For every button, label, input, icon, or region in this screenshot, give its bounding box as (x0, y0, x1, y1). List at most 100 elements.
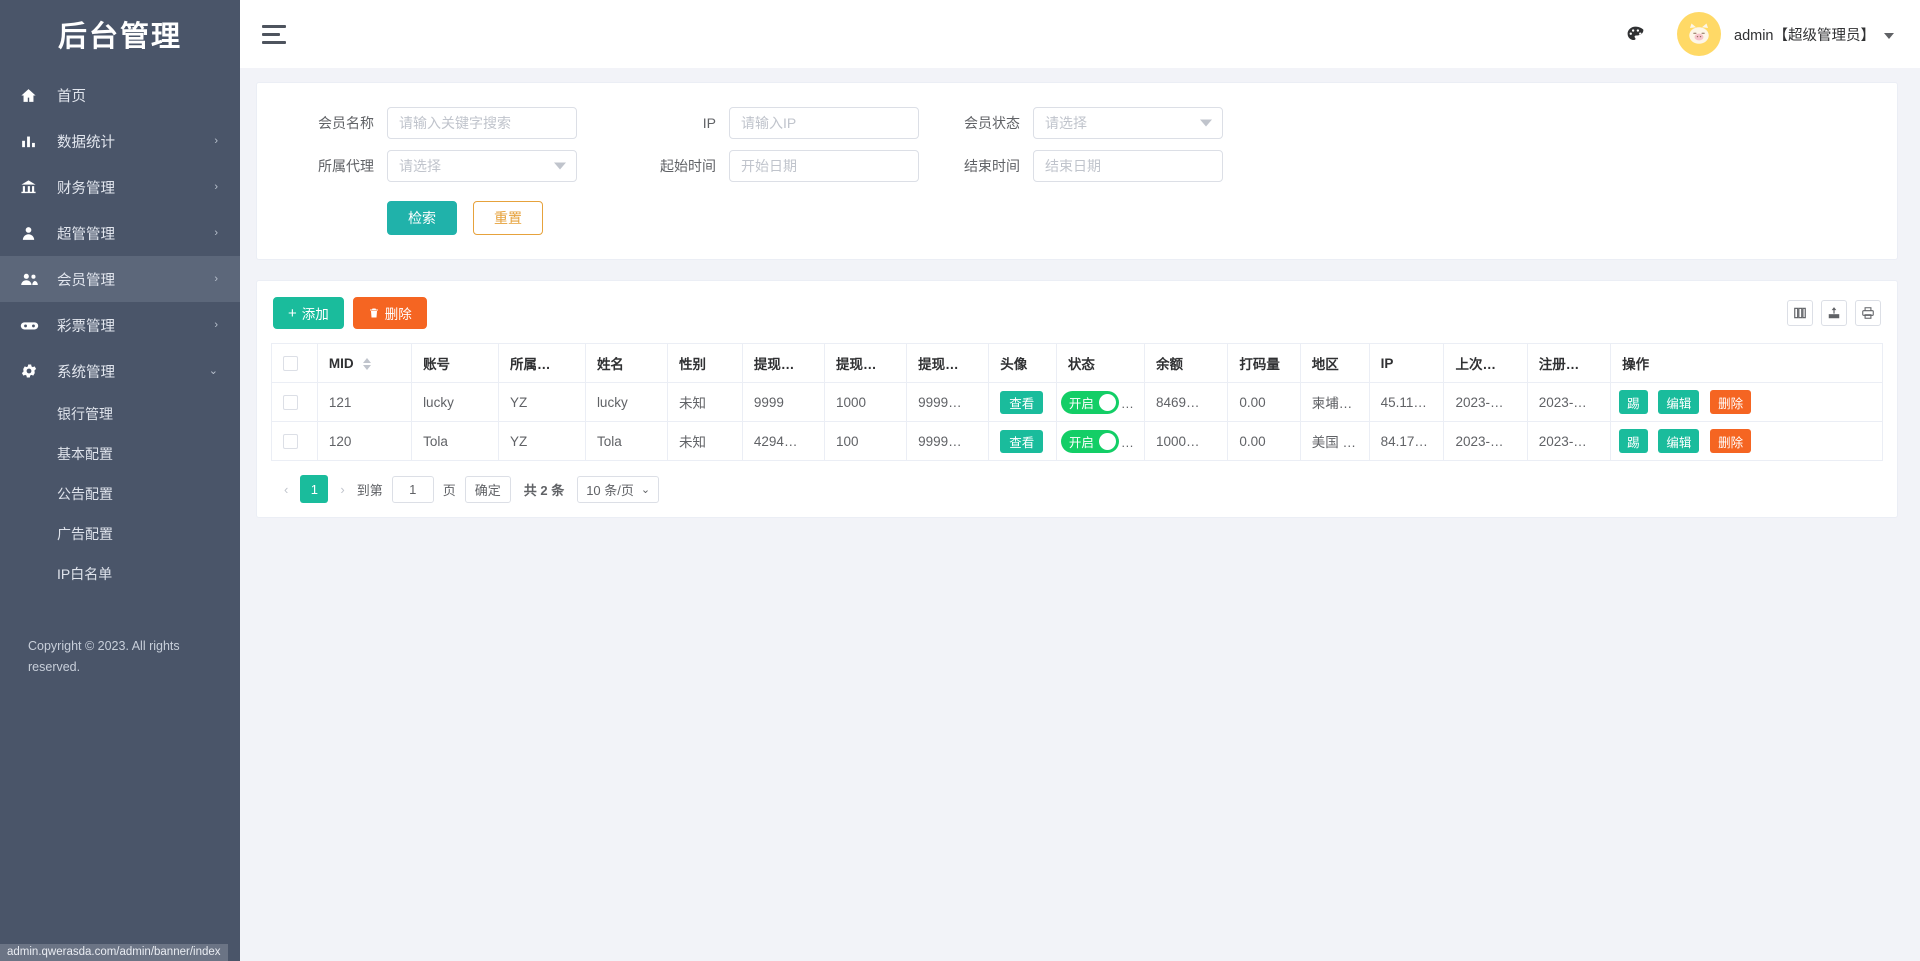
chevron-down-icon: ⌄ (641, 483, 650, 496)
row-checkbox[interactable] (283, 395, 298, 410)
col-mid-label: MID (329, 356, 354, 371)
row-delete-button[interactable]: 删除 (1710, 429, 1751, 453)
chevron-down-icon (554, 163, 566, 170)
sidebar-item-finance[interactable]: 财务管理 › (0, 164, 240, 210)
col-avatar: 头像 (989, 344, 1057, 383)
agent-placeholder: 请选择 (399, 156, 441, 176)
copyright-text: Copyright © 2023. All rights reserved. (0, 636, 210, 678)
member-name-input[interactable]: 请输入关键字搜索 (387, 107, 577, 139)
status-toggle[interactable]: 开启 (1061, 430, 1119, 453)
page-number-1[interactable]: 1 (300, 475, 328, 503)
end-time-label: 结束时间 (941, 156, 1033, 176)
ip-placeholder: 请输入IP (741, 113, 796, 133)
cell-withdraw-3: 9999… (907, 422, 989, 461)
search-filter-panel: 会员名称 请输入关键字搜索 IP 请输入IP 会员状态 请选择 (256, 82, 1898, 260)
sidebar-item-label: 彩票管理 (44, 315, 214, 336)
page-size-select[interactable]: 10 条/页 ⌄ (577, 476, 659, 503)
cell-operations: 踢 编辑 删除 (1611, 422, 1883, 461)
plus-icon: + (288, 306, 297, 321)
palette-icon[interactable] (1626, 25, 1645, 44)
sidebar-item-statistics[interactable]: 数据统计 › (0, 118, 240, 164)
cell-account: lucky (412, 383, 499, 422)
row-delete-button[interactable]: 删除 (1710, 390, 1751, 414)
goto-confirm-button[interactable]: 确定 (465, 476, 511, 503)
col-ip: IP (1369, 344, 1444, 383)
delete-button[interactable]: 删除 (353, 297, 427, 329)
edit-button[interactable]: 编辑 (1658, 429, 1699, 453)
cell-balance: 1000… (1145, 422, 1228, 461)
trash-icon (368, 307, 380, 319)
row-checkbox[interactable] (283, 434, 298, 449)
kick-button[interactable]: 踢 (1619, 390, 1648, 414)
col-belong: 所属… (499, 344, 586, 383)
sidebar-subitem-basic-config[interactable]: 基本配置 (0, 434, 240, 474)
hamburger-icon[interactable] (262, 25, 288, 44)
content-area: 会员名称 请输入关键字搜索 IP 请输入IP 会员状态 请选择 (240, 68, 1920, 961)
user-icon (20, 225, 44, 242)
user-menu[interactable]: admin【超级管理员】 (1734, 24, 1894, 45)
total-count-label: 共 2 条 (524, 480, 564, 499)
sidebar-item-label: 首页 (44, 85, 218, 106)
sidebar-submenu-system: 银行管理 基本配置 公告配置 广告配置 IP白名单 (0, 394, 240, 594)
sidebar-subitem-ad-config[interactable]: 广告配置 (0, 514, 240, 554)
search-row-2: 所属代理 请选择 起始时间 开始日期 结束时间 (257, 150, 1897, 182)
ip-input[interactable]: 请输入IP (729, 107, 919, 139)
ip-label: IP (637, 115, 729, 131)
sort-icon[interactable] (363, 358, 371, 370)
col-operations: 操作 (1611, 344, 1883, 383)
export-icon[interactable] (1821, 300, 1847, 326)
user-name-label: admin【超级管理员】 (1734, 28, 1875, 44)
agent-select[interactable]: 请选择 (387, 150, 577, 182)
cell-ip: 84.17… (1369, 422, 1444, 461)
search-button[interactable]: 检索 (387, 201, 457, 235)
columns-icon[interactable] (1787, 300, 1813, 326)
sidebar-subitem-ip-whitelist[interactable]: IP白名单 (0, 554, 240, 594)
sidebar-item-members[interactable]: 会员管理 › (0, 256, 240, 302)
cell-avatar: 查看 (989, 383, 1057, 422)
cell-last-login: 2023-… (1444, 383, 1527, 422)
edit-button[interactable]: 编辑 (1658, 390, 1699, 414)
cell-ip: 45.11… (1369, 383, 1444, 422)
col-bet-amount: 打码量 (1228, 344, 1300, 383)
status-toggle-label: 开启 (1069, 393, 1094, 412)
avatar[interactable] (1677, 12, 1721, 56)
sidebar-item-home[interactable]: 首页 (0, 72, 240, 118)
col-register: 注册… (1527, 344, 1610, 383)
kick-button[interactable]: 踢 (1619, 429, 1648, 453)
prev-page-button[interactable]: ‹ (281, 482, 291, 497)
sidebar-subitem-notice-config[interactable]: 公告配置 (0, 474, 240, 514)
add-button[interactable]: + 添加 (273, 297, 344, 329)
row-select-cell (272, 383, 318, 422)
chevron-down-icon: ⌄ (209, 366, 218, 377)
sidebar-item-system[interactable]: 系统管理 ⌄ (0, 348, 240, 394)
table-row: 120 Tola YZ Tola 未知 4294… 100 9999… 查看 (272, 422, 1883, 461)
top-bar: admin【超级管理员】 (240, 0, 1920, 68)
col-mid[interactable]: MID (317, 344, 411, 383)
status-toggle[interactable]: 开启 (1061, 391, 1119, 414)
delete-button-label: 删除 (385, 303, 412, 323)
print-icon[interactable] (1855, 300, 1881, 326)
sidebar-item-admin[interactable]: 超管管理 › (0, 210, 240, 256)
cell-account: Tola (412, 422, 499, 461)
cell-withdraw-1: 4294… (742, 422, 824, 461)
select-all-header (272, 344, 318, 383)
goto-page-input[interactable]: 1 (392, 476, 434, 503)
reset-button[interactable]: 重置 (473, 201, 543, 235)
member-status-select[interactable]: 请选择 (1033, 107, 1223, 139)
chevron-right-icon: › (214, 274, 218, 285)
view-avatar-button[interactable]: 查看 (1000, 430, 1043, 453)
next-page-button[interactable]: › (337, 482, 347, 497)
cell-withdraw-2: 100 (825, 422, 907, 461)
sidebar-subitem-bank[interactable]: 银行管理 (0, 394, 240, 434)
start-date-input[interactable]: 开始日期 (729, 150, 919, 182)
sidebar-item-lottery[interactable]: 彩票管理 › (0, 302, 240, 348)
cell-last-login: 2023-… (1444, 422, 1527, 461)
view-avatar-button[interactable]: 查看 (1000, 391, 1043, 414)
col-last-login: 上次… (1444, 344, 1527, 383)
member-name-placeholder: 请输入关键字搜索 (399, 113, 511, 133)
cell-region: 美国 … (1300, 422, 1369, 461)
select-all-checkbox[interactable] (283, 356, 298, 371)
cell-balance: 8469… (1145, 383, 1228, 422)
members-table-panel: + 添加 删除 (256, 280, 1898, 518)
end-date-input[interactable]: 结束日期 (1033, 150, 1223, 182)
